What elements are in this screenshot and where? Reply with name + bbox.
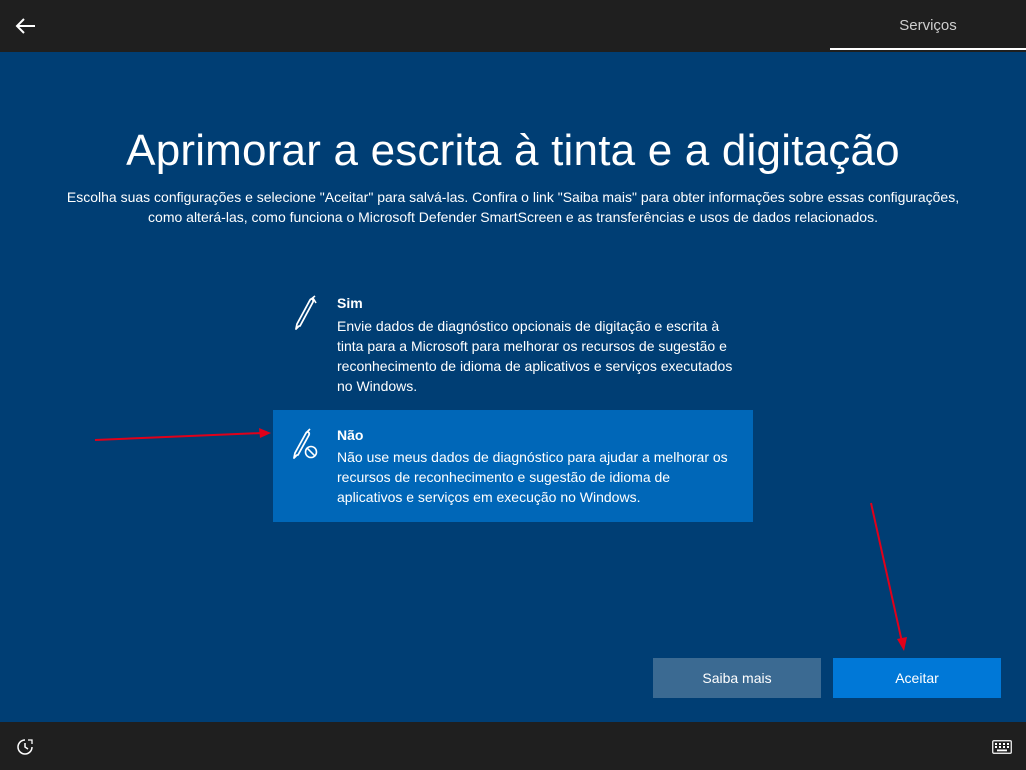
option-no[interactable]: Não Não use meus dados de diagnóstico pa… [273,410,753,522]
main-content: Aprimorar a escrita à tinta e a digitaçã… [0,52,1026,722]
option-yes-title: Sim [337,295,363,311]
back-button[interactable] [8,8,44,44]
option-yes[interactable]: Sim Envie dados de diagnóstico opcionais… [273,285,753,395]
learn-more-button[interactable]: Saiba mais [653,658,821,698]
accept-button[interactable]: Aceitar [833,658,1001,698]
tab-services[interactable]: Serviços [830,0,1026,52]
page-subtitle: Escolha suas configurações e selecione "… [66,189,960,225]
top-bar: Serviços [0,0,1026,52]
page-title: Aprimorar a escrita à tinta e a digitaçã… [126,126,900,175]
tab-active-indicator [830,48,1026,50]
accessibility-icon [17,739,33,755]
pen-disabled-icon [293,428,318,459]
option-no-title: Não [337,427,364,443]
pen-icon [295,295,317,330]
back-arrow-icon [15,18,35,34]
bottom-bar [0,722,1026,770]
accessibility-button[interactable] [14,736,36,758]
option-no-description: Não use meus dados de diagnóstico para a… [337,449,728,505]
keyboard-button[interactable] [990,738,1014,756]
keyboard-icon [992,740,1012,754]
tab-services-label: Serviços [899,17,957,34]
option-yes-description: Envie dados de diagnóstico opcionais de … [337,318,733,394]
